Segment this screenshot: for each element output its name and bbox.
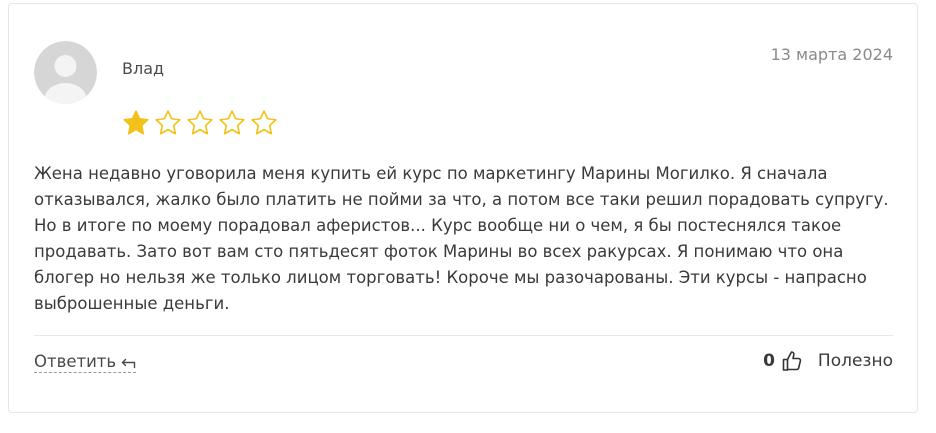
divider bbox=[34, 335, 893, 336]
review-text: Жена недавно уговорила меня купить ей ку… bbox=[34, 164, 889, 313]
reply-arrow-icon bbox=[121, 358, 136, 368]
star-icon bbox=[187, 110, 213, 135]
user-placeholder-icon bbox=[34, 41, 97, 104]
reply-button[interactable]: Ответить bbox=[34, 352, 137, 373]
reply-label: Ответить bbox=[34, 352, 117, 371]
star-icon bbox=[219, 110, 245, 135]
author-name: Влад bbox=[122, 59, 165, 78]
helpful-count: 0 bbox=[763, 351, 775, 371]
review-date: 13 марта 2024 bbox=[770, 45, 893, 64]
helpful-label[interactable]: Полезно bbox=[818, 351, 893, 371]
rating-stars bbox=[121, 108, 279, 138]
helpful-section: 0 Полезно bbox=[763, 349, 893, 373]
review-card: Влад 13 марта 2024 Жена недавно уговорил… bbox=[8, 3, 918, 413]
star-icon bbox=[251, 110, 277, 135]
star-icon bbox=[123, 110, 149, 135]
star-icon bbox=[155, 110, 181, 135]
thumbs-up-icon[interactable] bbox=[780, 349, 804, 373]
avatar bbox=[34, 41, 97, 104]
